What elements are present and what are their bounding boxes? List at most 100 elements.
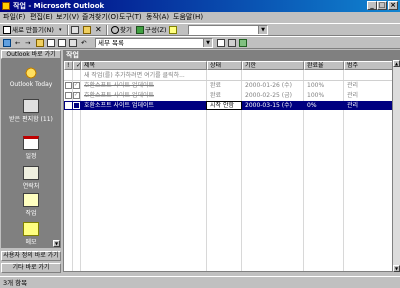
shortcut-outlook-today[interactable]: Outlook Today	[1, 66, 61, 88]
maximize-button[interactable]: □	[377, 1, 387, 10]
print-preview-button[interactable]	[68, 38, 78, 48]
vertical-scrollbar[interactable]: ▲ ▼	[393, 60, 400, 272]
organize-button[interactable]: 구성(Z)	[135, 25, 168, 35]
notes-shortcut-icon	[23, 222, 39, 236]
up-one-level-button[interactable]	[35, 38, 45, 48]
window-title: 작업 - Microsoft Outlook	[13, 2, 105, 10]
task-pct: 0%	[307, 102, 317, 109]
standard-toolbar: 새로 만들기(N) ▾ ✕ 찾기 구성(Z) ▼	[0, 23, 400, 36]
close-button[interactable]: ×	[388, 1, 398, 10]
contacts-shortcut-icon	[23, 166, 39, 180]
task-due: 2000-01-26 (수)	[245, 82, 292, 89]
folder-move-icon	[83, 26, 91, 34]
auto-preview-icon	[239, 39, 247, 47]
task-subject: 호환소프트 사이트 업데이트	[84, 102, 155, 109]
outlook-bar-scroll-down-icon[interactable]: ▼	[53, 240, 60, 247]
folder-title: 작업	[66, 51, 79, 59]
shortcut-inbox[interactable]: 받은 편지함 (11)	[1, 99, 61, 123]
my-shortcuts-button[interactable]: 사용자 정의 바로 가기	[1, 251, 61, 261]
scroll-down-icon[interactable]: ▼	[393, 265, 400, 272]
printer-icon	[71, 26, 79, 34]
move-to-folder-button[interactable]	[82, 25, 93, 35]
address-combo[interactable]: ▼	[188, 25, 268, 35]
task-category: 관리	[347, 92, 359, 99]
task-grid: ! ✓ 제목 상태 기한 완료율 범주 새 작업(를) 추가하려면 여기를 클릭…	[63, 60, 393, 272]
field-chooser-button[interactable]	[227, 38, 237, 48]
complete-checkbox[interactable]	[73, 102, 80, 109]
back-button[interactable]: ←	[14, 38, 23, 48]
table-row[interactable]: ✓ 호환소프트 사이트 업데이트 완료 2000-01-26 (수) 100% …	[64, 81, 392, 90]
current-view-combo[interactable]: 세부 목록 ▼	[95, 38, 213, 48]
outlook-today-shortcut-icon	[23, 66, 39, 80]
status-dropdown[interactable]: 시작 안함	[206, 101, 242, 110]
title-bar: 작업 - Microsoft Outlook _ □ ×	[0, 0, 400, 12]
find-button[interactable]: 찾기	[110, 25, 133, 35]
shortcut-notes[interactable]: 메모	[1, 222, 61, 246]
menu-help[interactable]: 도움말(H)	[173, 13, 203, 22]
shortcut-label: 연락처	[22, 183, 40, 190]
new-task-prompt: 새 작업(를) 추가하려면 여기를 클릭하...	[84, 72, 185, 79]
preview-pane-icon	[58, 39, 66, 47]
field-chooser-icon	[228, 39, 236, 47]
new-task-icon	[3, 26, 11, 34]
new-label: 새로 만들기(N)	[12, 26, 54, 34]
column-header-category[interactable]: 범주	[344, 61, 392, 70]
new-task-row[interactable]: 새 작업(를) 추가하려면 여기를 클릭하...	[64, 71, 392, 81]
complete-checkbox[interactable]: ✓	[73, 82, 80, 89]
menu-edit[interactable]: 편집(E)	[30, 13, 53, 22]
minimize-button[interactable]: _	[367, 1, 377, 10]
outlook-today-button[interactable]	[2, 38, 12, 48]
task-status: 완료	[210, 82, 222, 89]
table-row[interactable]: ✓ 호환소프트 사이트 업데이트 완료 2000-02-25 (금) 100% …	[64, 91, 392, 100]
task-icon	[65, 102, 72, 109]
forward-button[interactable]: →	[24, 38, 33, 48]
outlook-app-icon[interactable]	[2, 2, 10, 10]
outlook-bar-header[interactable]: Outlook 바로 가기	[1, 50, 61, 59]
menu-favorites[interactable]: 즐겨찾기(O)	[82, 13, 119, 22]
column-header-due[interactable]: 기한	[242, 61, 304, 70]
outlook-today-icon	[3, 39, 11, 47]
task-due: 2000-03-15 (수)	[245, 102, 292, 109]
undo-button[interactable]: ↶	[80, 38, 90, 48]
table-row-selected[interactable]: 호환소프트 사이트 업데이트 시작 안함 2000-03-15 (수) 0% 관…	[64, 101, 392, 110]
delete-button[interactable]: ✕	[94, 25, 105, 35]
auto-preview-button[interactable]	[238, 38, 252, 48]
preview-pane-button[interactable]	[57, 38, 67, 48]
task-subject: 호환소프트 사이트 업데이트	[84, 92, 155, 99]
shortcut-contacts[interactable]: 연락처	[1, 166, 61, 190]
task-due: 2000-02-25 (금)	[245, 92, 292, 99]
folder-list-button[interactable]	[46, 38, 56, 48]
task-icon	[65, 92, 72, 99]
column-header-status[interactable]: 상태	[207, 61, 242, 70]
column-header-pct[interactable]: 완료율	[304, 61, 344, 70]
menu-file[interactable]: 파일(F)	[3, 13, 25, 22]
menu-tools[interactable]: 도구(T)	[119, 13, 142, 22]
print-button[interactable]	[70, 25, 81, 35]
task-status: 시작 안함	[210, 102, 234, 109]
menu-view[interactable]: 보기(V)	[56, 13, 79, 22]
view-dropdown-icon: ▼	[203, 39, 212, 47]
column-header-complete[interactable]: ✓	[73, 61, 81, 70]
complete-checkbox[interactable]: ✓	[73, 92, 80, 99]
shortcut-tasks[interactable]: 작업	[1, 193, 61, 217]
inbox-shortcut-icon	[23, 99, 39, 113]
help-button[interactable]	[168, 25, 179, 35]
new-dropdown-arrow-icon[interactable]: ▾	[58, 25, 65, 35]
menu-actions[interactable]: 동작(A)	[146, 13, 169, 22]
up-folder-icon	[36, 39, 44, 47]
shortcut-calendar[interactable]: 일정	[1, 136, 61, 160]
column-header-icon[interactable]: !	[64, 61, 73, 70]
scroll-up-icon[interactable]: ▲	[393, 60, 400, 67]
other-shortcuts-button[interactable]: 기타 바로 가기	[1, 263, 61, 273]
shortcut-label: Outlook Today	[9, 81, 53, 88]
column-header-subject[interactable]: 제목	[81, 61, 207, 70]
group-by-icon	[217, 39, 225, 47]
shortcut-label: 받은 편지함 (11)	[9, 116, 53, 123]
advanced-toolbar: ← → ↶ 세부 목록 ▼	[0, 36, 400, 49]
toolbar-separator	[106, 25, 108, 35]
print-preview-icon	[69, 39, 77, 47]
new-button[interactable]: 새로 만들기(N)	[2, 25, 55, 35]
current-view-value: 세부 목록	[98, 39, 124, 47]
organize-label: 구성(Z)	[145, 26, 167, 34]
group-by-box-button[interactable]	[216, 38, 226, 48]
